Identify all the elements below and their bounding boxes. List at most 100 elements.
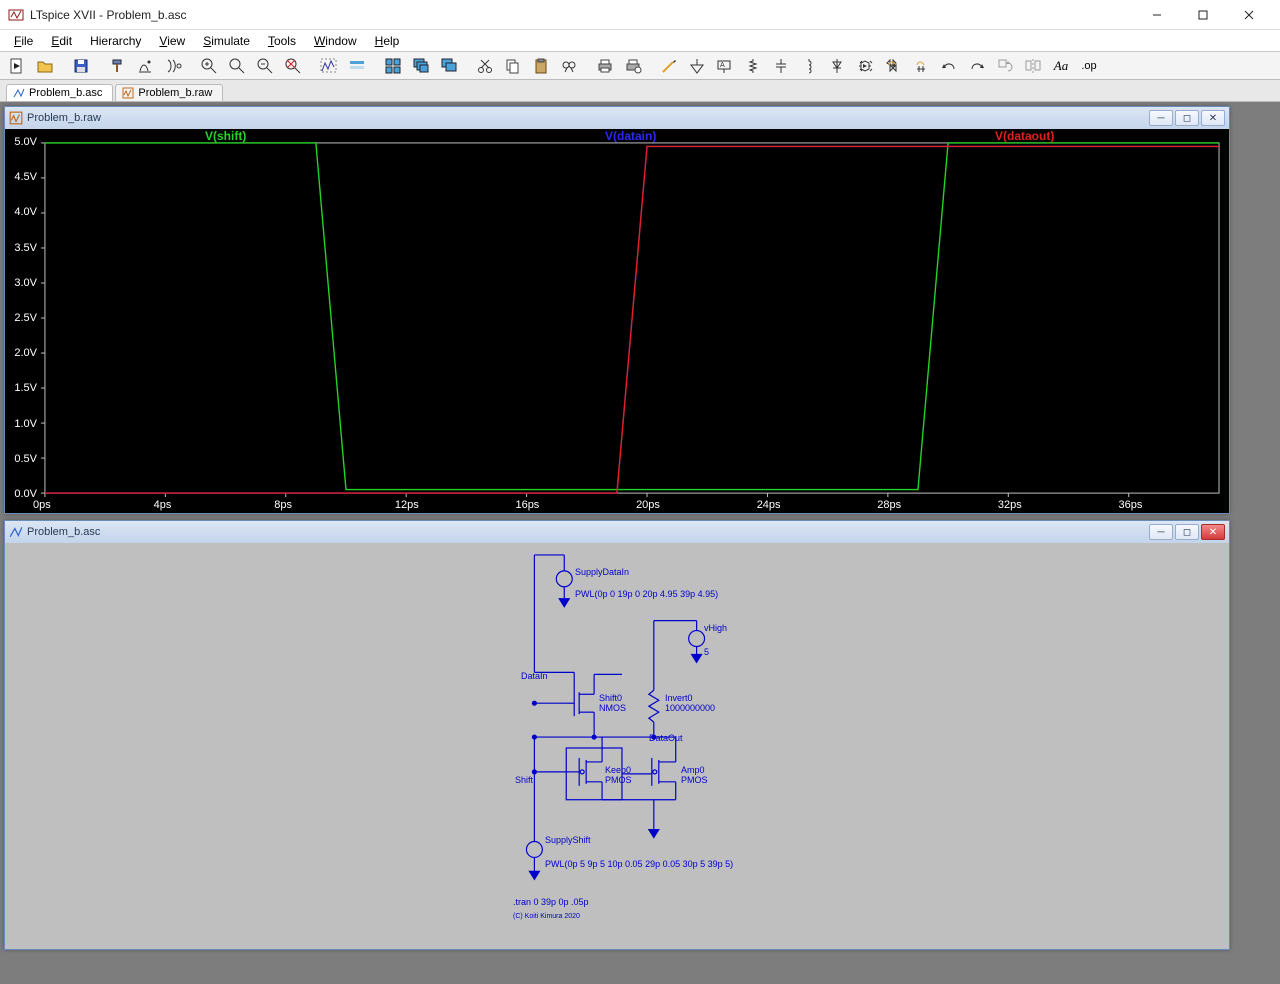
print-button[interactable] [592,54,618,78]
menu-edit[interactable]: Edit [43,32,80,50]
capacitor-button[interactable] [768,54,794,78]
minimize-button[interactable] [1134,0,1180,30]
autorange-button[interactable] [316,54,342,78]
menu-view[interactable]: View [151,32,193,50]
maximize-button[interactable] [1180,0,1226,30]
y-axis-label: 4.5V [5,171,37,183]
open-button[interactable] [32,54,58,78]
zoom-in-button[interactable] [196,54,222,78]
tab-waveform[interactable]: Problem_b.raw [115,84,223,101]
zoom-pan-button[interactable] [224,54,250,78]
x-axis-label: 24ps [757,499,781,511]
plot-area[interactable]: V(shift)V(datain)V(dataout) 5.0V4.5V4.0V… [5,129,1229,513]
schematic-svg[interactable] [5,543,1229,949]
svg-text:A: A [720,62,725,69]
plot-canvas[interactable] [5,129,1229,513]
pick-visible-button[interactable] [344,54,370,78]
tile-windows-button[interactable] [380,54,406,78]
x-axis-label: 0ps [33,499,51,511]
menu-window[interactable]: Window [306,32,365,50]
halt-button[interactable] [160,54,186,78]
undo-button[interactable] [936,54,962,78]
component-button[interactable] [852,54,878,78]
menu-hierarchy[interactable]: Hierarchy [82,32,149,50]
move-button[interactable] [880,54,906,78]
hammer-icon[interactable] [104,54,130,78]
y-axis-label: 3.0V [5,277,37,289]
draw-wire-button[interactable] [656,54,682,78]
schematic-window[interactable]: Problem_b.asc ─ ◻ ✕ [4,520,1230,950]
x-axis-label: 20ps [636,499,660,511]
menu-file[interactable]: File [6,32,41,50]
ground-button[interactable] [684,54,710,78]
label-amp0: Amp0 [681,765,705,775]
close-button[interactable] [1226,0,1272,30]
waveform-titlebar[interactable]: Problem_b.raw ─ ◻ ✕ [5,107,1229,129]
resistor-button[interactable] [740,54,766,78]
menu-help[interactable]: Help [367,32,408,50]
label-invertval: 1000000000 [665,703,715,713]
text-button[interactable]: Aa [1048,54,1074,78]
label-shift0: Shift0 [599,693,622,703]
paste-button[interactable] [528,54,554,78]
label-pwl1: PWL(0p 0 19p 0 20p 4.95 39p 4.95) [575,589,718,599]
trace-label[interactable]: V(shift) [205,129,246,143]
y-axis-label: 3.5V [5,242,37,254]
drag-button[interactable] [908,54,934,78]
rotate-button[interactable] [992,54,1018,78]
inductor-button[interactable] [796,54,822,78]
child-close-button[interactable]: ✕ [1201,524,1225,540]
tab-label: Problem_b.raw [138,87,212,99]
titlebar: LTspice XVII - Problem_b.asc [0,0,1280,30]
print-setup-button[interactable] [620,54,646,78]
label-net-button[interactable]: A [712,54,738,78]
copy-button[interactable] [500,54,526,78]
run-button[interactable] [132,54,158,78]
label-invert0: Invert0 [665,693,693,703]
y-axis-label: 5.0V [5,136,37,148]
spice-directive-button[interactable]: .op [1076,54,1102,78]
label-pmos1: PMOS [605,775,632,785]
child-close-button[interactable]: ✕ [1201,110,1225,126]
label-dataout: DataOut [649,733,683,743]
x-axis-label: 12ps [395,499,419,511]
cut-button[interactable] [472,54,498,78]
new-schematic-button[interactable] [4,54,30,78]
schematic-titlebar[interactable]: Problem_b.asc ─ ◻ ✕ [5,521,1229,543]
label-nmos: NMOS [599,703,626,713]
menu-simulate[interactable]: Simulate [195,32,258,50]
label-shift: Shift [515,775,533,785]
document-tabs: Problem_b.asc Problem_b.raw [0,80,1280,102]
schematic-canvas[interactable]: SupplyDataIn PWL(0p 0 19p 0 20p 4.95 39p… [5,543,1229,949]
label-supplyshift: SupplyShift [545,835,591,845]
menubar: File Edit Hierarchy View Simulate Tools … [0,30,1280,52]
child-minimize-button[interactable]: ─ [1149,110,1173,126]
schematic-icon [13,87,25,99]
waveform-window[interactable]: Problem_b.raw ─ ◻ ✕ V(shift) V(datain) V(d… [4,106,1230,514]
save-button[interactable] [68,54,94,78]
mirror-button[interactable] [1020,54,1046,78]
schematic-icon [9,525,23,539]
zoom-out-button[interactable] [252,54,278,78]
find-button[interactable] [556,54,582,78]
menu-tools[interactable]: Tools [260,32,304,50]
tab-schematic[interactable]: Problem_b.asc [6,84,113,101]
cascade-button[interactable] [408,54,434,78]
label-keep0: Keep0 [605,765,631,775]
trace-label[interactable]: V(datain) [605,129,656,143]
diode-button[interactable] [824,54,850,78]
child-maximize-button[interactable]: ◻ [1175,524,1199,540]
redo-button[interactable] [964,54,990,78]
waveform-window-title: Problem_b.raw [27,112,1145,124]
trace-label[interactable]: V(dataout) [995,129,1054,143]
x-axis-label: 8ps [274,499,292,511]
y-axis-label: 1.5V [5,382,37,394]
child-minimize-button[interactable]: ─ [1149,524,1173,540]
child-maximize-button[interactable]: ◻ [1175,110,1199,126]
label-five: 5 [704,647,709,657]
mdi-area: Problem_b.raw ─ ◻ ✕ V(shift) V(datain) V(d… [0,102,1280,984]
app-icon [8,7,24,23]
close-windows-button[interactable] [436,54,462,78]
zoom-fit-button[interactable] [280,54,306,78]
y-axis-label: 2.5V [5,312,37,324]
